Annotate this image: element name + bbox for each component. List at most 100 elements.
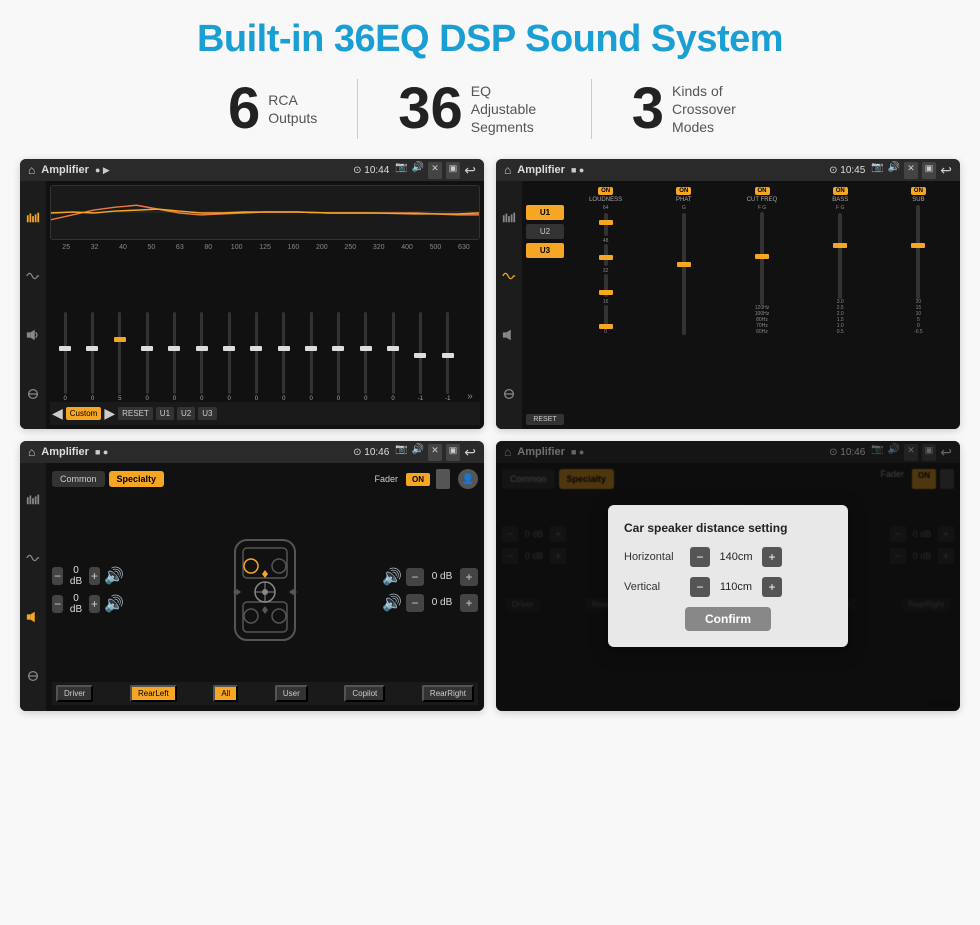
screen2-topbar: ⌂ Amplifier ■ ● ⊙ 10:45 📷 🔊 ✕ ▣ ↩	[496, 159, 960, 181]
screen2-time: ⊙ 10:45	[829, 165, 865, 176]
vertical-minus[interactable]: −	[690, 577, 710, 597]
speaker-icon[interactable]	[24, 326, 42, 344]
eq-label: 63	[166, 244, 194, 251]
eq-label: 400	[393, 244, 421, 251]
copilot-btn[interactable]: Copilot	[344, 685, 385, 702]
screen2-sidebar	[496, 181, 522, 429]
vertical-val: 110cm	[716, 581, 756, 593]
vol-rl-plus[interactable]: +	[89, 595, 100, 613]
bass-badge[interactable]: ON	[833, 187, 848, 195]
vertical-label: Vertical	[624, 581, 684, 593]
speaker-icon2[interactable]: 🔊	[888, 162, 900, 179]
stat-crossover: 3 Kinds ofCrossover Modes	[592, 80, 792, 138]
screen-fader: ⌂ Amplifier ■ ● ⊙ 10:46 📷 🔊 ✕ ▣ ↩	[20, 441, 484, 711]
speaker-icon3[interactable]: 🔊	[412, 444, 424, 461]
tab-specialty[interactable]: Specialty	[109, 471, 165, 487]
screen2-title: Amplifier	[517, 164, 565, 176]
horizontal-minus[interactable]: −	[690, 547, 710, 567]
back-icon[interactable]: ↩	[464, 162, 476, 179]
split-icon2[interactable]	[500, 385, 518, 403]
window-icon[interactable]: ▣	[446, 162, 461, 179]
eq-icon[interactable]	[24, 208, 42, 226]
stat-eq: 36 EQ AdjustableSegments	[358, 80, 591, 138]
vol-row-fl: − 0 dB + 🔊	[52, 565, 124, 587]
split-icon[interactable]	[24, 385, 42, 403]
rearright-btn[interactable]: RearRight	[422, 685, 474, 702]
camera-icon2[interactable]: 📷	[871, 162, 883, 179]
confirm-button[interactable]: Confirm	[685, 607, 771, 631]
cutfreq-badge[interactable]: ON	[755, 187, 770, 195]
page-title: Built-in 36EQ DSP Sound System	[197, 18, 783, 61]
eq-icon2[interactable]	[500, 208, 518, 226]
vol-fl-minus[interactable]: −	[52, 567, 63, 585]
preset-u2[interactable]: U2	[526, 224, 564, 239]
dialog-row-vertical: Vertical − 110cm +	[624, 577, 832, 597]
wave-icon2[interactable]	[500, 267, 518, 285]
stat-rca: 6 RCAOutputs	[188, 80, 357, 138]
u2-btn[interactable]: U2	[177, 407, 195, 420]
stat-eq-label: EQ AdjustableSegments	[471, 82, 551, 137]
reset-btn[interactable]: RESET	[118, 407, 153, 420]
user-icon[interactable]: 👤	[458, 469, 478, 489]
vol-rr-val: 0 dB	[428, 597, 456, 608]
horizontal-plus[interactable]: +	[762, 547, 782, 567]
phat-badge[interactable]: ON	[676, 187, 691, 195]
preset-u3[interactable]: U3	[526, 243, 564, 258]
wave-icon[interactable]	[24, 267, 42, 285]
u3-btn[interactable]: U3	[198, 407, 216, 420]
camera-icon3[interactable]: 📷	[395, 444, 407, 461]
tab-common[interactable]: Common	[52, 471, 105, 487]
dialog-title: Car speaker distance setting	[624, 521, 832, 535]
screen1-title: Amplifier	[41, 164, 89, 176]
eq-label: 25	[52, 244, 80, 251]
vol-row-rr: 🔊 − 0 dB +	[382, 593, 478, 613]
home-icon[interactable]: ⌂	[28, 163, 35, 177]
eq-icon3[interactable]	[24, 490, 42, 508]
sub-badge[interactable]: ON	[911, 187, 926, 195]
loudness-badge[interactable]: ON	[598, 187, 613, 195]
vol-row-fr: 🔊 − 0 dB +	[382, 567, 478, 587]
screen3-title: Amplifier	[41, 446, 89, 458]
screen-crossover: ⌂ Amplifier ■ ● ⊙ 10:45 📷 🔊 ✕ ▣ ↩	[496, 159, 960, 429]
eq-label: 200	[308, 244, 336, 251]
vol-fr-val: 0 dB	[428, 571, 456, 582]
reset-btn2[interactable]: RESET	[526, 414, 564, 425]
vertical-plus[interactable]: +	[762, 577, 782, 597]
camera-icon[interactable]: 📷	[395, 162, 407, 179]
vol-fl-plus[interactable]: +	[89, 567, 100, 585]
screen2-body: U1 U2 U3 RESET ON LOUDNESS	[496, 181, 960, 429]
speaker-icon3[interactable]	[24, 608, 42, 626]
stat-crossover-label: Kinds ofCrossover Modes	[672, 82, 752, 137]
close-icon2[interactable]: ✕	[904, 162, 918, 179]
fader-toggle[interactable]: ON	[406, 473, 430, 486]
vol-fr-plus[interactable]: +	[460, 568, 478, 586]
vol-rr-plus[interactable]: +	[460, 594, 478, 612]
wave-icon3[interactable]	[24, 549, 42, 567]
speaker-icon2[interactable]	[500, 326, 518, 344]
home-icon2[interactable]: ⌂	[504, 163, 511, 177]
user-btn[interactable]: User	[275, 685, 308, 702]
home-icon3[interactable]: ⌂	[28, 445, 35, 459]
preset-u1[interactable]: U1	[526, 205, 564, 220]
rearleft-btn[interactable]: RearLeft	[130, 685, 177, 702]
close-icon[interactable]: ✕	[428, 162, 442, 179]
screen3-sidebar	[20, 463, 46, 711]
vol-rr-minus[interactable]: −	[406, 594, 424, 612]
back-icon3[interactable]: ↩	[464, 444, 476, 461]
window-icon3[interactable]: ▣	[446, 444, 461, 461]
close-icon3[interactable]: ✕	[428, 444, 442, 461]
topbar-dots2: ■ ●	[571, 165, 584, 175]
custom-btn[interactable]: Custom	[66, 407, 102, 420]
stat-rca-label: RCAOutputs	[268, 91, 317, 127]
driver-btn[interactable]: Driver	[56, 685, 93, 702]
eq-label: 40	[109, 244, 137, 251]
u1-btn[interactable]: U1	[156, 407, 174, 420]
back-icon2[interactable]: ↩	[940, 162, 952, 179]
split-icon3[interactable]	[24, 667, 42, 685]
all-btn[interactable]: All	[213, 685, 238, 702]
window-icon2[interactable]: ▣	[922, 162, 937, 179]
eq-label: 32	[80, 244, 108, 251]
vol-fr-minus[interactable]: −	[406, 568, 424, 586]
vol-rl-minus[interactable]: −	[52, 595, 63, 613]
speaker-icon[interactable]: 🔊	[412, 162, 424, 179]
